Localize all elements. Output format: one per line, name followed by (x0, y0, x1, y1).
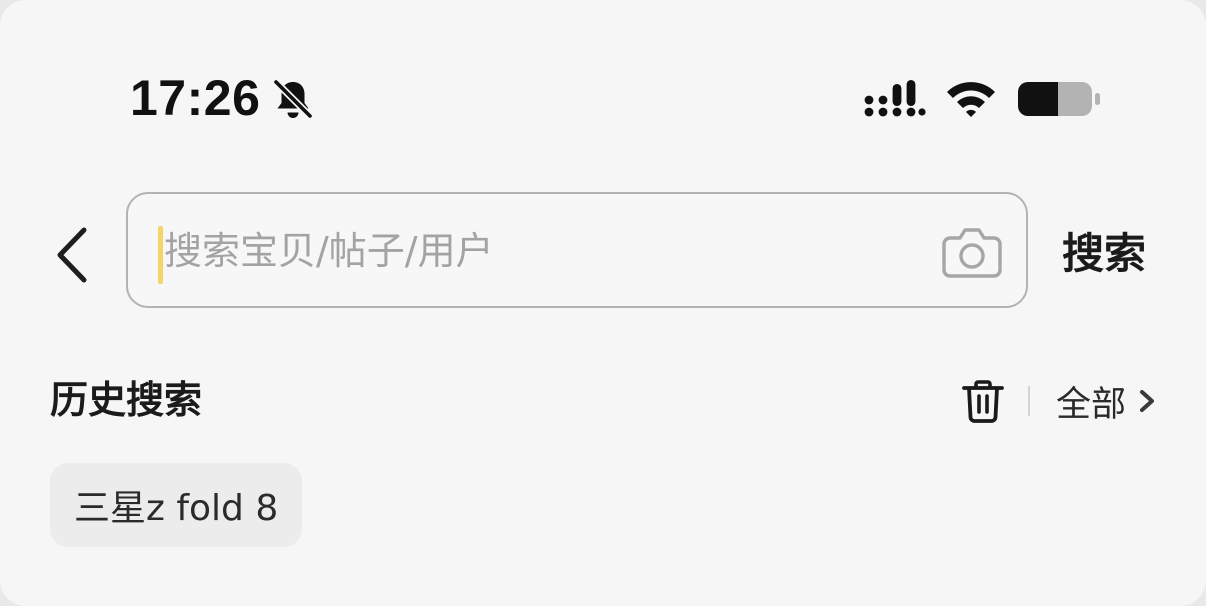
battery-icon (1018, 82, 1100, 116)
search-screen: 17:26 搜索 历史搜 (0, 0, 1206, 606)
history-title: 历史搜索 (50, 378, 203, 422)
search-button[interactable]: 搜索 (1062, 224, 1146, 284)
search-box[interactable] (126, 192, 1028, 308)
status-time: 17:26 (130, 70, 261, 126)
chevron-right-icon (1140, 390, 1155, 412)
view-all-label: 全部 (1056, 384, 1127, 425)
history-chip[interactable]: 三星z fold 8 (50, 463, 303, 547)
view-all-link[interactable]: 全部 (1056, 372, 1158, 430)
camera-icon[interactable] (940, 224, 1004, 280)
chevron-left-icon[interactable] (48, 222, 100, 288)
text-cursor (158, 226, 163, 284)
cellular-signal-icon (864, 80, 926, 117)
history-chip-label: 三星z fold 8 (74, 488, 279, 529)
trash-icon[interactable] (960, 378, 1006, 424)
wifi-icon (947, 82, 995, 117)
bell-slash-icon (271, 77, 315, 121)
search-input[interactable] (164, 214, 904, 288)
divider (1028, 386, 1030, 416)
